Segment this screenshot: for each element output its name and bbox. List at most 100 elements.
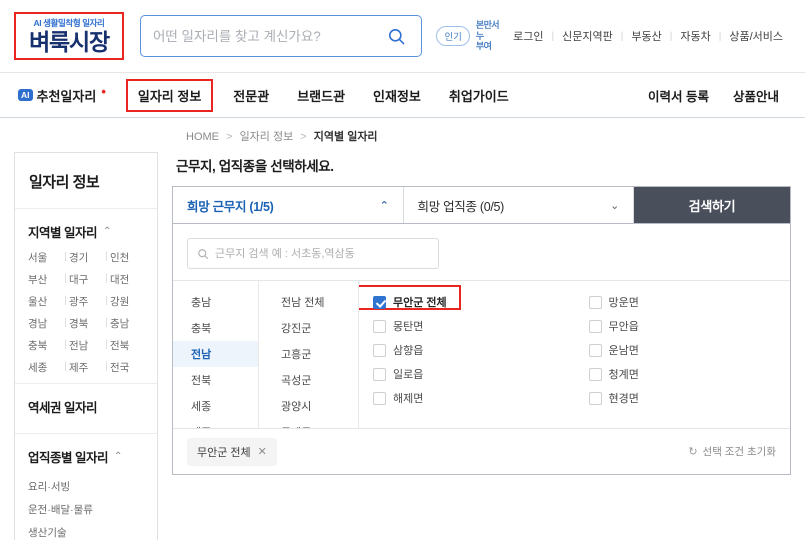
sidebar-heading-label: 업직종별 일자리	[28, 451, 108, 465]
nav-item-label: 일자리 정보	[137, 88, 202, 104]
province-item[interactable]: 전북	[173, 367, 258, 393]
sidebar-region-incheon[interactable]: 인천	[110, 250, 144, 265]
town-checkbox-illo[interactable]: 일로읍	[373, 362, 575, 386]
search-icon[interactable]	[383, 23, 409, 49]
city-item[interactable]: 전남 전체	[259, 289, 358, 315]
sidebar-jobtype-heading[interactable]: 업직종별 일자리 ⌃	[28, 447, 144, 466]
checkbox-icon[interactable]	[588, 295, 602, 309]
sidebar-region-chungnam[interactable]: 충남	[110, 316, 144, 331]
nav-item-job-info[interactable]: 일자리 정보	[125, 78, 214, 112]
sidebar-region-daejeon[interactable]: 대전	[110, 272, 144, 287]
city-item[interactable]: 광양시	[259, 393, 358, 419]
sidebar-jobtype-delivery[interactable]: 운전·배달·물류	[28, 498, 144, 521]
checkbox-icon[interactable]	[373, 319, 386, 333]
checkbox-icon[interactable]	[588, 343, 602, 357]
city-item[interactable]: 강진군	[259, 315, 358, 341]
sidebar-jobtype-production[interactable]: 생산기술	[28, 521, 144, 540]
town-label: 현경면	[608, 393, 639, 405]
town-checkbox-mongtan[interactable]: 몽탄면	[373, 314, 575, 338]
checkbox-icon[interactable]	[588, 367, 602, 381]
town-checkbox-muaneup[interactable]: 무안읍	[588, 314, 791, 338]
province-item[interactable]: 세종	[173, 393, 258, 419]
province-item[interactable]: 충남	[173, 289, 258, 315]
sidebar: 일자리 정보 지역별 일자리 ⌃ 서울 | 경기 | 인천 부산 | 대구 | …	[14, 152, 158, 540]
utility-link-car[interactable]: 자동차	[672, 28, 718, 44]
sidebar-region-gyeonggi[interactable]: 경기	[69, 250, 103, 265]
sidebar-region-sejong[interactable]: 세종	[28, 360, 62, 375]
popular-keyword-text: 본만서누 부여	[475, 20, 500, 52]
global-search-input[interactable]	[152, 28, 384, 44]
breadcrumb-arrow-icon: >	[300, 131, 307, 143]
selected-chip[interactable]: 무안군 전체 ✕	[187, 437, 277, 466]
nav-item-talent[interactable]: 인재정보	[359, 80, 435, 111]
sidebar-region-daegu[interactable]: 대구	[69, 272, 103, 287]
town-checkbox-cheonggye[interactable]: 청계면	[588, 362, 791, 386]
town-checkbox-hyeongyeong[interactable]: 현경면	[588, 386, 791, 410]
nav-item-product-info[interactable]: 상품안내	[721, 80, 791, 111]
popular-keyword-area[interactable]: 인기 본만서누 부여	[436, 20, 505, 51]
divider: |	[105, 316, 108, 328]
checkbox-icon[interactable]	[373, 367, 386, 381]
site-logo[interactable]: AI 생활밀착형 일자리 벼룩시장	[14, 12, 124, 60]
close-icon[interactable]: ✕	[258, 445, 267, 458]
town-label: 운남면	[608, 345, 639, 357]
divider: |	[105, 294, 108, 306]
utility-link-realestate[interactable]: 부동산	[623, 28, 669, 44]
city-item[interactable]: 구례군	[259, 419, 358, 428]
breadcrumb-arrow-icon: >	[226, 131, 233, 143]
town-checkbox-unnam[interactable]: 운남면	[588, 338, 791, 362]
divider: |	[64, 272, 67, 284]
nav-item-brand[interactable]: 브랜드관	[283, 80, 359, 111]
checkbox-icon[interactable]	[588, 391, 602, 405]
region-column-province: 충남 충북 전남 전북 세종 제주 전국	[173, 281, 259, 428]
sidebar-region-jeonbuk[interactable]: 전북	[110, 338, 144, 353]
tab-desired-jobtype[interactable]: 희망 업직종 (0/5) ⌄	[404, 187, 634, 223]
utility-link-login[interactable]: 로그인	[505, 28, 551, 44]
province-item-selected[interactable]: 전남	[173, 341, 258, 367]
town-checkbox-samhyang[interactable]: 삼향읍	[373, 338, 575, 362]
sidebar-region-chungbuk[interactable]: 충북	[28, 338, 62, 353]
town-label: 망운면	[608, 297, 639, 309]
tab-desired-location[interactable]: 희망 근무지 (1/5) ⌃	[173, 187, 404, 223]
city-item[interactable]: 고흥군	[259, 341, 358, 367]
logo-wordmark: 벼룩시장	[29, 28, 110, 55]
sidebar-region-gyeongnam[interactable]: 경남	[28, 316, 62, 331]
checkbox-icon[interactable]	[373, 391, 386, 405]
selected-chips-bar: 무안군 전체 ✕ ↻ 선택 조건 초기화	[173, 428, 790, 474]
sidebar-jobtype-cooking[interactable]: 요리·서빙	[28, 475, 144, 498]
checkbox-icon[interactable]	[373, 343, 386, 357]
utility-link-newspaper[interactable]: 신문지역판	[554, 28, 621, 44]
sidebar-region-gyeongbuk[interactable]: 경북	[69, 316, 103, 331]
breadcrumb-level1[interactable]: 일자리 정보	[240, 131, 294, 143]
nav-item-guide[interactable]: 취업가이드	[435, 80, 523, 111]
breadcrumb-home[interactable]: HOME	[186, 131, 219, 143]
sidebar-region-jeonnam[interactable]: 전남	[69, 338, 103, 353]
sidebar-region-gangwon[interactable]: 강원	[110, 294, 144, 309]
location-search-box[interactable]	[187, 238, 439, 269]
utility-link-goods[interactable]: 상품/서비스	[721, 28, 791, 44]
checkbox-icon[interactable]	[373, 295, 386, 309]
sidebar-region-seoul[interactable]: 서울	[28, 250, 62, 265]
global-search-box[interactable]	[139, 15, 423, 57]
search-submit-button[interactable]: 검색하기	[634, 187, 790, 223]
province-item[interactable]: 제주	[173, 419, 258, 428]
nav-item-ai-jobs[interactable]: AI 추천일자리 •	[14, 80, 120, 111]
town-checkbox-mangun[interactable]: 망운면	[588, 290, 791, 314]
sidebar-region-ulsan[interactable]: 울산	[28, 294, 62, 309]
town-checkbox-haeje[interactable]: 해제면	[373, 386, 575, 410]
sidebar-region-nationwide[interactable]: 전국	[110, 360, 144, 375]
sidebar-region-jeju[interactable]: 제주	[69, 360, 103, 375]
nav-item-resume-register[interactable]: 이력서 등록	[636, 80, 721, 111]
sidebar-station-heading[interactable]: 역세권 일자리	[28, 397, 144, 416]
nav-item-specialty[interactable]: 전문관	[219, 80, 283, 111]
town-checkbox-muan-all[interactable]: 무안군 전체	[373, 290, 575, 314]
sidebar-region-busan[interactable]: 부산	[28, 272, 62, 287]
location-search-input[interactable]	[215, 247, 429, 260]
sidebar-region-heading[interactable]: 지역별 일자리 ⌃	[28, 222, 144, 241]
province-item[interactable]: 충북	[173, 315, 258, 341]
town-label: 해제면	[393, 393, 424, 405]
checkbox-icon[interactable]	[588, 319, 602, 333]
city-item[interactable]: 곡성군	[259, 367, 358, 393]
reset-filters-button[interactable]: ↻ 선택 조건 초기화	[688, 444, 776, 459]
sidebar-region-gwangju[interactable]: 광주	[69, 294, 103, 309]
